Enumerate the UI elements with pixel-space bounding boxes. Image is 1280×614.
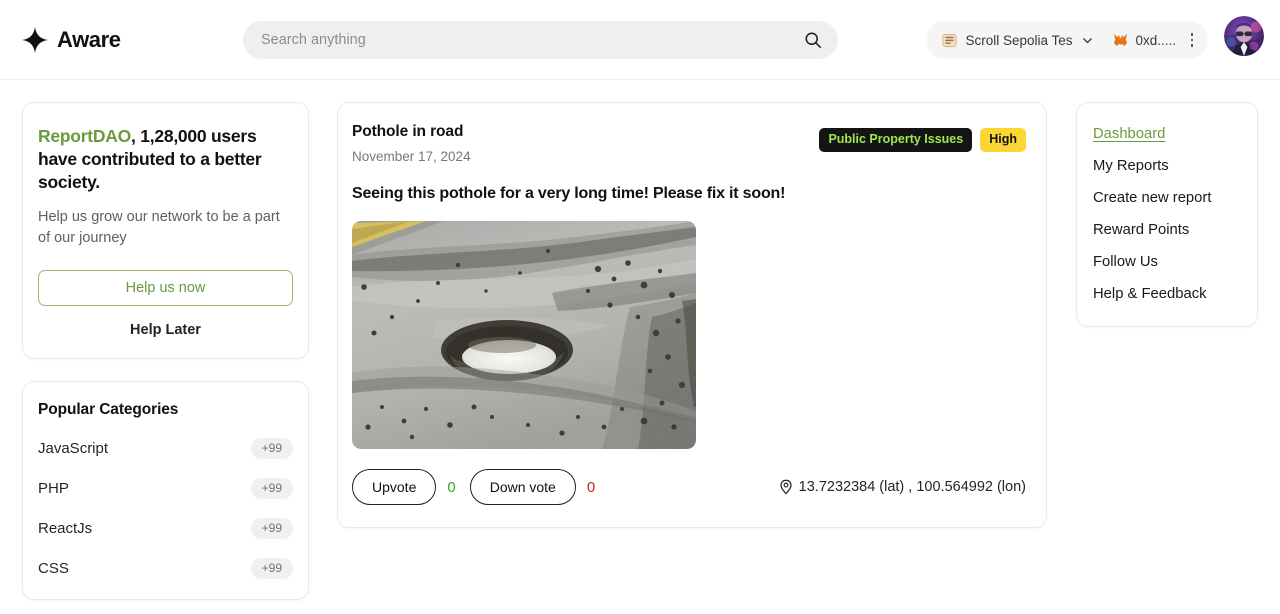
- chain-label: Scroll Sepolia Tes...: [965, 33, 1073, 48]
- promo-brand: ReportDAO: [38, 126, 131, 146]
- popular-categories-title: Popular Categories: [38, 401, 293, 419]
- wallet-connector: Scroll Sepolia Tes... 0xd.....: [926, 21, 1208, 59]
- category-label: CSS: [38, 560, 69, 577]
- search-container: [243, 21, 838, 59]
- sidebar-item-help-feedback[interactable]: Help & Feedback: [1077, 278, 1257, 310]
- category-count-badge: +99: [251, 438, 293, 459]
- category-count-badge: +99: [251, 518, 293, 539]
- sidebar-item-my-reports[interactable]: My Reports: [1077, 150, 1257, 182]
- brand[interactable]: Aware: [22, 27, 222, 53]
- category-row-reactjs[interactable]: ReactJs +99: [38, 518, 293, 539]
- category-count-badge: +99: [251, 558, 293, 579]
- upvote-button[interactable]: Upvote: [352, 469, 436, 505]
- promo-subtext: Help us grow our network to be a part of…: [38, 207, 293, 248]
- sidebar-item-create-new-report[interactable]: Create new report: [1077, 182, 1257, 214]
- report-tags: Public Property Issues High: [819, 128, 1026, 152]
- report-card: Pothole in road November 17, 2024 Public…: [337, 102, 1047, 528]
- kebab-dot: [1191, 44, 1194, 47]
- kebab-menu-icon[interactable]: [1184, 31, 1200, 49]
- chain-selector[interactable]: Scroll Sepolia Tes...: [938, 25, 1097, 55]
- app-header: Aware Scroll Sepolia Tes...: [0, 0, 1280, 80]
- report-location: 13.7232384 (lat) , 100.564992 (lon): [779, 479, 1026, 495]
- promo-card: ReportDAO, 1,28,000 users have contribut…: [22, 102, 309, 359]
- scroll-network-icon: [942, 33, 957, 48]
- sidebar-item-dashboard[interactable]: Dashboard: [1077, 118, 1257, 150]
- category-row-php[interactable]: PHP +99: [38, 478, 293, 499]
- report-heading-group: Pothole in road November 17, 2024: [352, 123, 471, 164]
- status-badge-category: Public Property Issues: [819, 128, 972, 152]
- metamask-fox-icon: [1113, 33, 1128, 47]
- downvote-button[interactable]: Down vote: [470, 469, 576, 505]
- sidebar-item-follow-us[interactable]: Follow Us: [1077, 246, 1257, 278]
- sidebar-item-reward-points[interactable]: Reward Points: [1077, 214, 1257, 246]
- left-sidebar: ReportDAO, 1,28,000 users have contribut…: [22, 102, 309, 600]
- page-title: Pothole in road: [352, 123, 471, 141]
- kebab-dot: [1191, 33, 1194, 36]
- category-row-javascript[interactable]: JavaScript +99: [38, 438, 293, 459]
- downvote-count: 0: [587, 479, 595, 496]
- downvote-group: Down vote 0: [470, 469, 596, 505]
- brand-name: Aware: [57, 27, 121, 53]
- report-photo: [352, 221, 696, 449]
- category-label: JavaScript: [38, 440, 108, 457]
- location-coordinates: 13.7232384 (lat) , 100.564992 (lon): [799, 479, 1026, 495]
- page-body: ReportDAO, 1,28,000 users have contribut…: [0, 80, 1280, 600]
- category-label: ReactJs: [38, 520, 92, 537]
- report-actions: Upvote 0 Down vote 0 13.7232384 (lat) , …: [352, 469, 1026, 505]
- right-sidebar: Dashboard My Reports Create new report R…: [1076, 102, 1258, 327]
- category-count-badge: +99: [251, 478, 293, 499]
- map-pin-icon: [779, 479, 793, 495]
- main-content: Pothole in road November 17, 2024 Public…: [337, 102, 1047, 528]
- upvote-group: Upvote 0: [352, 469, 456, 505]
- nav-menu-card: Dashboard My Reports Create new report R…: [1076, 102, 1258, 327]
- account-address: 0xd.....: [1135, 33, 1176, 48]
- account-selector[interactable]: 0xd.....: [1103, 25, 1178, 55]
- category-label: PHP: [38, 480, 69, 497]
- kebab-dot: [1191, 39, 1194, 42]
- user-avatar-image: [1224, 16, 1264, 56]
- help-us-now-button[interactable]: Help us now: [38, 270, 293, 306]
- promo-headline: ReportDAO, 1,28,000 users have contribut…: [38, 125, 293, 194]
- report-date: November 17, 2024: [352, 149, 471, 164]
- popular-categories-card: Popular Categories JavaScript +99 PHP +9…: [22, 381, 309, 600]
- help-later-button[interactable]: Help Later: [38, 322, 293, 338]
- avatar[interactable]: [1224, 16, 1264, 56]
- search-input[interactable]: [243, 21, 838, 59]
- upvote-count: 0: [447, 479, 455, 496]
- status-badge-priority: High: [980, 128, 1026, 152]
- four-point-star-icon: [22, 27, 48, 53]
- report-header: Pothole in road November 17, 2024 Public…: [352, 123, 1026, 164]
- chevron-down-icon: [1082, 35, 1093, 46]
- vote-controls: Upvote 0 Down vote 0: [352, 469, 595, 505]
- report-description: Seeing this pothole for a very long time…: [352, 185, 1026, 203]
- category-row-css[interactable]: CSS +99: [38, 558, 293, 579]
